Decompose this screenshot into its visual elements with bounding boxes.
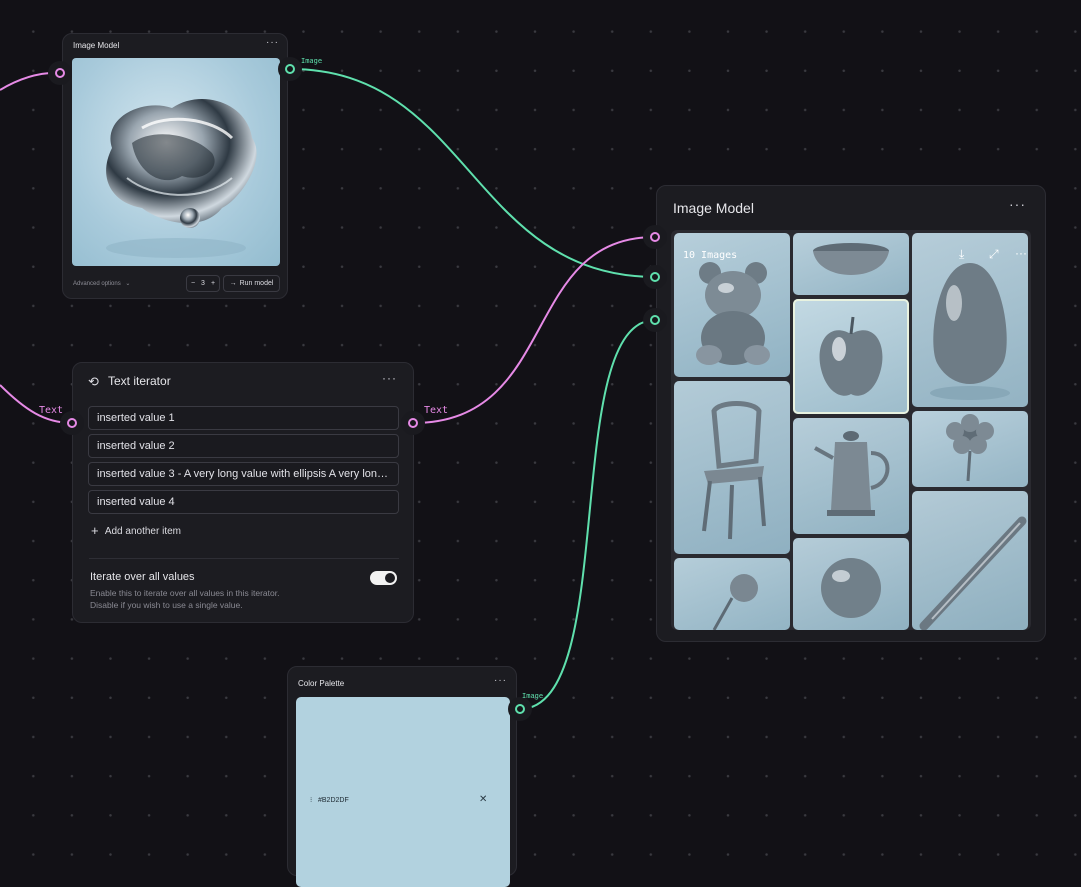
hex-value[interactable]: #B2D2DF <box>318 797 349 804</box>
node-menu-button[interactable]: ··· <box>266 37 279 48</box>
egg-image <box>930 263 1010 400</box>
gallery-image-chair[interactable] <box>674 381 790 554</box>
image-model-node-small[interactable]: Image Model ··· Advanced options ⌄ − 3 +… <box>62 33 288 299</box>
text-iterator-node[interactable]: ⟲ Text iterator ··· inserted value 1 ins… <box>72 362 414 623</box>
gallery-image-coffee-pot[interactable] <box>793 418 909 534</box>
bowl-image <box>813 243 889 275</box>
node-menu-button[interactable]: ··· <box>1009 196 1026 212</box>
increment-button[interactable]: + <box>211 280 215 287</box>
wire-image-small-to-large <box>289 68 656 278</box>
iterator-item[interactable]: inserted value 2 <box>88 434 399 458</box>
count-stepper[interactable]: − 3 + <box>186 275 220 292</box>
image-count-badge: 10 Images <box>683 250 738 261</box>
plus-icon: + <box>91 523 99 538</box>
run-model-label: Run model <box>239 280 274 287</box>
iterator-item[interactable]: inserted value 4 <box>88 490 399 514</box>
sphere-image <box>821 558 881 618</box>
chevron-down-icon: ⌄ <box>125 281 131 287</box>
image-model-node-large[interactable]: Image Model ··· 10 Images ⤓ ⤢ ··· <box>656 185 1046 642</box>
output-port-label: Image <box>522 692 544 700</box>
output-port-label: Text <box>424 405 449 416</box>
node-title: Image Model <box>73 41 120 50</box>
expand-icon[interactable]: ⤢ <box>989 247 999 262</box>
iterator-item[interactable]: inserted value 3 - A very long value wit… <box>88 462 399 486</box>
node-title: Color Palette <box>298 679 345 688</box>
color-palette-output-port[interactable] <box>515 704 525 714</box>
count-value: 3 <box>201 280 205 287</box>
gallery-image-apple[interactable] <box>793 299 909 414</box>
iterate-icon: ⟲ <box>88 374 99 389</box>
image-gallery[interactable]: 10 Images ⤓ ⤢ ··· <box>671 230 1031 630</box>
drag-handle-icon[interactable]: ⁝ <box>310 796 312 804</box>
iterate-toggle-switch[interactable] <box>370 571 397 585</box>
chair-image <box>702 401 766 540</box>
node-title: Text iterator <box>108 374 171 388</box>
gallery-image-sphere[interactable] <box>793 538 909 630</box>
iterate-toggle-title: Iterate over all values <box>90 571 195 583</box>
gallery-image-egg[interactable] <box>912 233 1028 407</box>
advanced-options-label: Advanced options <box>73 281 121 287</box>
node-title: Image Model <box>673 200 754 216</box>
coffee-pot-image <box>814 431 890 516</box>
output-port-label: Image <box>301 57 323 65</box>
run-model-button[interactable]: → Run model <box>223 275 280 292</box>
node-menu-button[interactable]: ··· <box>494 675 507 686</box>
iterate-toggle-description: Enable this to iterate over all values i… <box>90 588 280 598</box>
color-swatch[interactable]: ⁝ #B2D2DF ✕ <box>296 697 510 887</box>
image-preview[interactable] <box>72 58 280 266</box>
text-iterator-output-port[interactable] <box>408 418 418 428</box>
more-icon[interactable]: ··· <box>1015 246 1027 260</box>
wire-iterator-to-large <box>412 236 656 424</box>
add-item-label: Add another item <box>104 526 181 537</box>
apple-image <box>819 316 883 396</box>
image-model-large-image-port[interactable] <box>650 272 660 282</box>
add-item-button[interactable]: + Add another item <box>91 523 181 538</box>
color-palette-node[interactable]: Color Palette ··· ⁝ #B2D2DF ✕ <box>287 666 517 887</box>
image-model-large-style-port[interactable] <box>650 315 660 325</box>
gallery-image-pen[interactable] <box>912 491 1028 630</box>
wire-palette-to-large <box>519 319 656 710</box>
image-model-small-output-port[interactable] <box>285 64 295 74</box>
node-menu-button[interactable]: ··· <box>382 371 397 385</box>
image-model-large-text-port[interactable] <box>650 232 660 242</box>
iterator-item[interactable]: inserted value 1 <box>88 406 399 430</box>
advanced-options-toggle[interactable]: Advanced options ⌄ <box>73 280 130 287</box>
decrement-button[interactable]: − <box>191 280 195 287</box>
close-icon[interactable]: ✕ <box>479 794 487 805</box>
gallery-image-lamp[interactable] <box>674 558 790 630</box>
chrome-sculpture-image <box>106 99 257 258</box>
download-icon[interactable]: ⤓ <box>959 247 964 262</box>
gallery-image-bowl[interactable] <box>793 233 909 295</box>
input-port-label: Text <box>39 405 64 416</box>
image-model-small-input-port[interactable] <box>55 68 65 78</box>
gallery-image-flower[interactable] <box>912 411 1028 487</box>
flower-image <box>946 414 994 482</box>
text-iterator-input-port[interactable] <box>67 418 77 428</box>
divider <box>89 558 399 559</box>
arrow-right-icon: → <box>229 280 237 287</box>
pen-image <box>919 516 1027 630</box>
iterate-toggle-description: Disable if you wish to use a single valu… <box>90 600 243 610</box>
lamp-image <box>712 574 758 630</box>
